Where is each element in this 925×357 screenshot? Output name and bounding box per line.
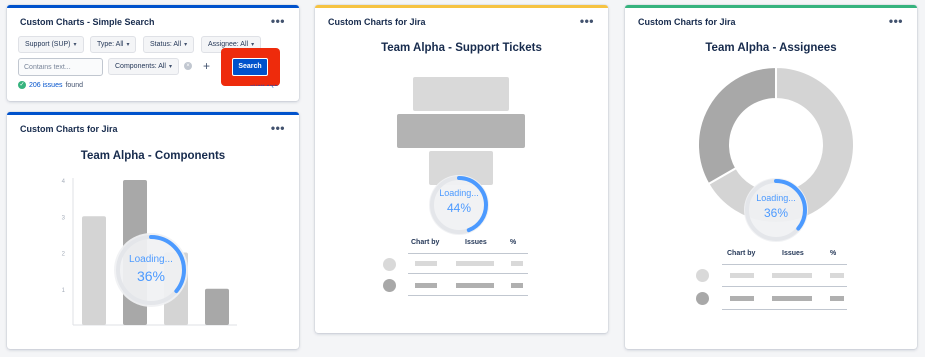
loading-label: Loading... — [756, 193, 796, 203]
table-divider — [722, 264, 847, 265]
issues-count-link[interactable]: 206 issues — [29, 82, 62, 89]
table-header-percent: % — [510, 239, 517, 246]
donut-slice — [697, 65, 777, 186]
funnel-segment — [413, 77, 509, 111]
table-cell-placeholder — [511, 261, 523, 266]
loading-indicator: Loading... 36% — [114, 233, 188, 307]
table-cell-placeholder — [730, 296, 754, 301]
components-chart-card: Custom Charts for Jira ••• Team Alpha - … — [7, 112, 299, 349]
components-filter[interactable]: Components: All ▾ — [108, 58, 179, 75]
table-header-issues: Issues — [465, 239, 487, 246]
table-divider — [408, 253, 528, 254]
table-divider — [408, 295, 528, 296]
table-divider — [722, 286, 847, 287]
table-header-chart-by: Chart by — [727, 250, 756, 257]
support-tickets-chart-card: Custom Charts for Jira ••• Team Alpha - … — [315, 5, 608, 333]
status-filter[interactable]: Status: All ▾ — [143, 36, 195, 53]
y-tick-label: 3 — [62, 215, 66, 221]
loading-label: Loading... — [439, 188, 479, 198]
legend-swatch — [383, 258, 396, 271]
found-label: found — [65, 81, 83, 89]
loading-label: Loading... — [129, 254, 173, 265]
chevron-down-icon: ▾ — [126, 42, 130, 48]
table-divider — [408, 273, 528, 274]
assignees-donut-chart — [697, 65, 855, 224]
table-header-chart-by: Chart by — [411, 239, 440, 246]
table-header-issues: Issues — [782, 250, 804, 257]
table-cell-placeholder — [772, 273, 812, 278]
clear-filter-icon[interactable]: × — [184, 62, 192, 70]
legend-swatch — [696, 269, 709, 282]
type-filter[interactable]: Type: All ▾ — [90, 36, 137, 53]
assignee-filter-label: Assignee: All — [208, 41, 249, 48]
project-filter[interactable]: Support (SUP) ▾ — [18, 36, 84, 53]
table-cell-placeholder — [456, 261, 494, 266]
simple-search-card: Custom Charts - Simple Search ••• Suppor… — [7, 5, 299, 101]
y-tick-label: 2 — [62, 252, 66, 258]
table-cell-placeholder — [830, 273, 844, 278]
table-divider — [722, 309, 847, 310]
card-menu-button[interactable]: ••• — [271, 14, 285, 28]
y-tick-label: 1 — [62, 288, 66, 294]
assignees-chart-card: Custom Charts for Jira ••• Team Alpha - … — [625, 5, 917, 349]
card-title: Custom Charts - Simple Search — [20, 17, 155, 27]
table-cell-placeholder — [415, 261, 437, 266]
legend-swatch — [383, 279, 396, 292]
components-filter-label: Components: All — [115, 63, 166, 70]
table-cell-placeholder — [456, 283, 494, 288]
table-cell-placeholder — [830, 296, 844, 301]
chevron-down-icon: ▾ — [168, 64, 172, 70]
table-header-percent: % — [830, 250, 837, 257]
add-filter-icon[interactable]: + — [203, 59, 210, 73]
progress-percent: 36% — [136, 268, 166, 284]
progress-percent: 44% — [446, 201, 472, 215]
check-circle-icon: ✓ — [18, 81, 26, 89]
bar — [205, 288, 229, 325]
issues-found: ✓ 206 issues found — [18, 81, 83, 89]
type-filter-label: Type: All — [97, 41, 124, 48]
progress-percent: 36% — [763, 206, 789, 220]
legend-swatch — [696, 292, 709, 305]
funnel-segment — [397, 114, 525, 148]
table-cell-placeholder — [511, 283, 523, 288]
components-bar-chart: 1 2 3 4 — [62, 178, 237, 326]
chevron-down-icon: ▾ — [184, 42, 188, 48]
contains-text-input[interactable] — [18, 58, 103, 76]
search-button[interactable]: Search — [232, 58, 268, 76]
chevron-down-icon: ▾ — [73, 42, 77, 48]
bar — [82, 216, 106, 325]
table-cell-placeholder — [772, 296, 812, 301]
card-accent-bar — [7, 5, 299, 8]
table-cell-placeholder — [730, 273, 754, 278]
table-cell-placeholder — [415, 283, 437, 288]
loading-indicator: Loading... 36% — [744, 178, 808, 242]
y-tick-label: 4 — [62, 179, 66, 185]
status-filter-label: Status: All — [150, 41, 182, 48]
loading-indicator: Loading... 44% — [429, 175, 489, 235]
project-filter-label: Support (SUP) — [25, 41, 71, 48]
